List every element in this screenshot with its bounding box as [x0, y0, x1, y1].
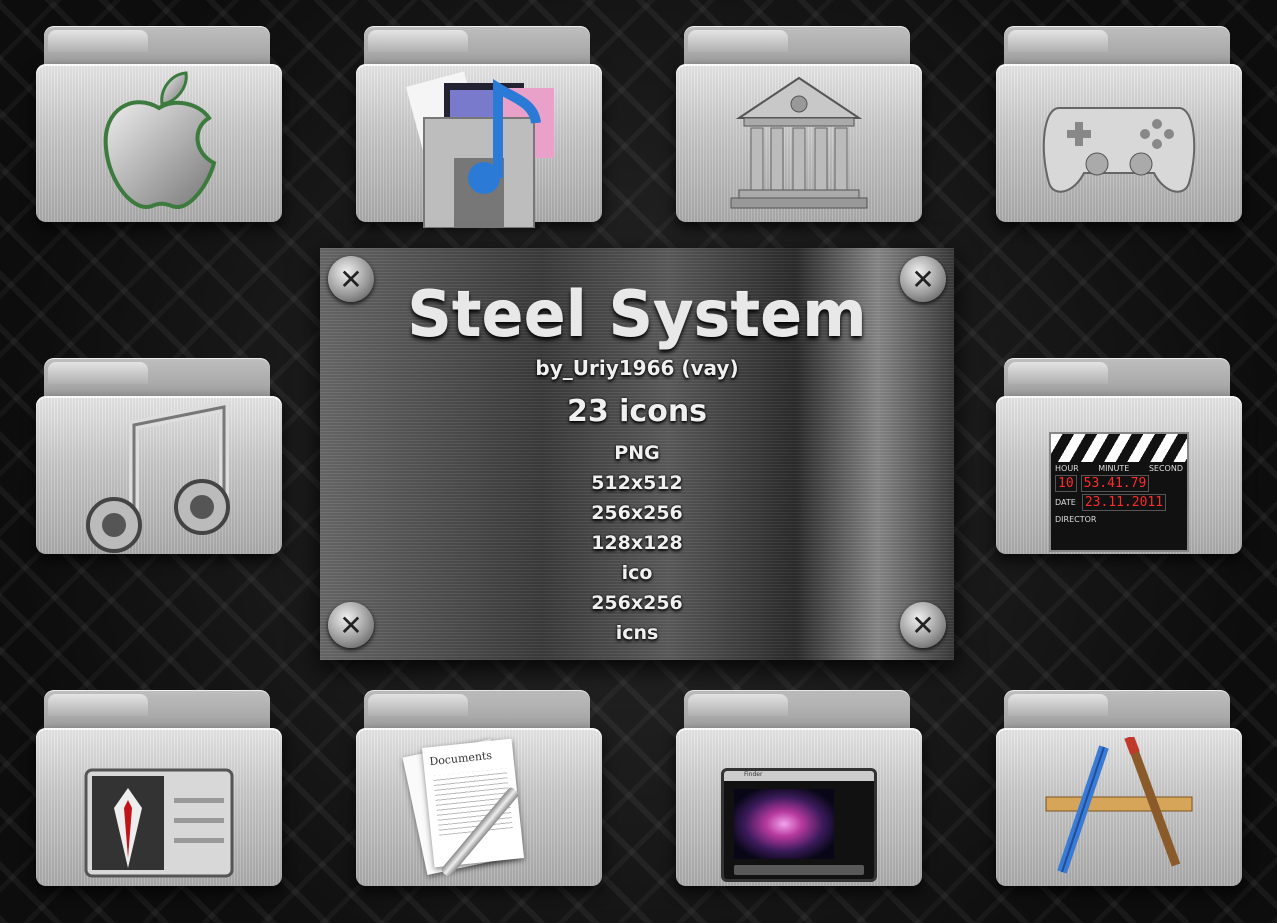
bank-icon [676, 64, 922, 222]
format-icns: icns [615, 622, 659, 644]
apple-icon [36, 64, 282, 222]
date-label: DATE [1055, 498, 1076, 507]
minute-label: MINUTE [1098, 464, 1130, 473]
applications-icon [996, 728, 1242, 886]
music-note-icon [36, 396, 282, 554]
movies-folder[interactable]: HOUR MINUTE SECOND 10 53.41.79 DATE 23.1… [996, 358, 1242, 554]
clapperboard-icon: HOUR MINUTE SECOND 10 53.41.79 DATE 23.1… [996, 396, 1242, 554]
apple-folder[interactable] [36, 26, 282, 222]
format-png: PNG [614, 442, 660, 464]
author-label: by_Uriy1966 (vay) [535, 356, 739, 380]
media-folder[interactable] [356, 26, 602, 228]
games-folder[interactable] [996, 26, 1242, 222]
documents-folder[interactable]: Documents [356, 690, 602, 886]
library-folder[interactable] [676, 26, 922, 222]
page-title: Steel System [407, 278, 867, 351]
size-512: 512x512 [591, 472, 683, 494]
media-icon [356, 64, 602, 228]
format-ico: ico [621, 562, 653, 584]
second-label: SECOND [1148, 464, 1183, 473]
hour-value: 10 [1055, 475, 1077, 492]
user-card-icon [36, 728, 282, 886]
time-value: 53.41.79 [1080, 475, 1150, 492]
menu-bar-label: Finder [724, 771, 874, 781]
size-128: 128x128 [591, 532, 683, 554]
hour-label: HOUR [1055, 464, 1079, 473]
size-256: 256x256 [591, 502, 683, 524]
music-folder[interactable] [36, 358, 282, 554]
applications-folder[interactable] [996, 690, 1242, 886]
info-plate: ✕ ✕ ✕ ✕ Steel System by_Uriy1966 (vay) 2… [320, 248, 954, 660]
documents-icon: Documents [356, 728, 602, 886]
icon-count: 23 icons [566, 394, 708, 429]
gamepad-icon [996, 64, 1242, 222]
users-folder[interactable] [36, 690, 282, 886]
director-label: DIRECTOR [1055, 515, 1097, 524]
date-value: 23.11.2011 [1081, 494, 1167, 511]
ico-size-256: 256x256 [591, 592, 683, 614]
desktop-icon: Finder [676, 728, 922, 886]
desktop-folder[interactable]: Finder [676, 690, 922, 886]
